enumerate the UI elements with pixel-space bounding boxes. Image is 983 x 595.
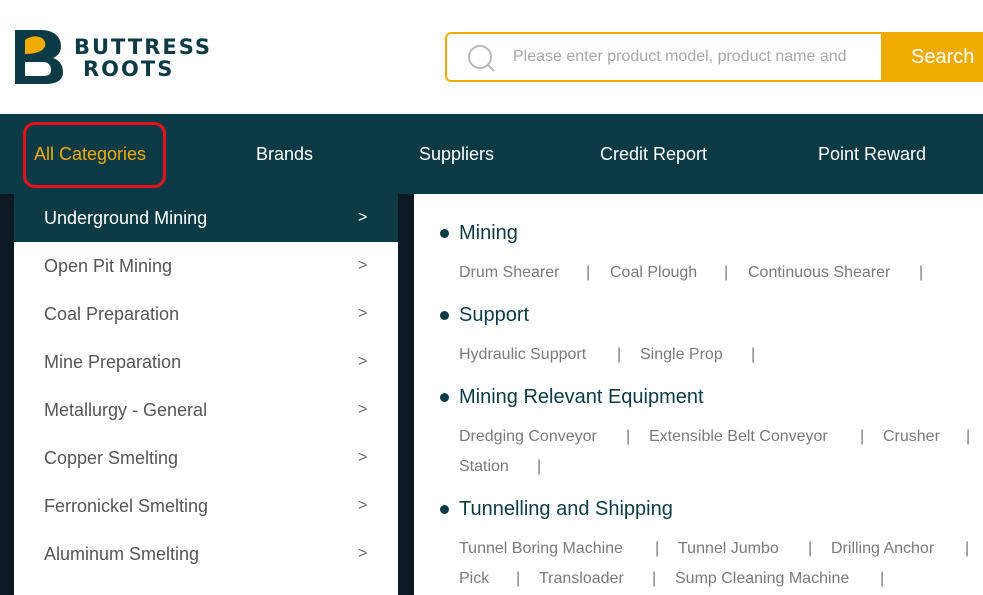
chevron-right-icon: > xyxy=(358,401,368,418)
group-title-tunnelling-and-shipping[interactable]: Tunnelling and Shipping xyxy=(459,498,673,521)
chevron-right-icon: > xyxy=(358,353,368,370)
nav-brands[interactable]: Brands xyxy=(256,114,313,194)
chevron-right-icon: > xyxy=(358,209,368,226)
category-coal-preparation[interactable]: Coal Preparation > xyxy=(14,290,398,338)
bullet-icon xyxy=(440,393,449,402)
category-label: Aluminum Smelting xyxy=(44,544,200,564)
category-label: Mine Preparation xyxy=(44,352,182,372)
link-separator: | xyxy=(537,458,542,475)
link-crusher[interactable]: Crusher xyxy=(883,428,940,446)
banner-background xyxy=(0,194,14,595)
search-icon xyxy=(468,45,495,72)
category-label: Ferronickel Smelting xyxy=(44,496,209,516)
category-underground-mining[interactable]: Underground Mining > xyxy=(14,194,398,242)
brand-logo[interactable]: BUTTRESS ROOTS xyxy=(13,28,243,88)
link-tunnel-jumbo[interactable]: Tunnel Jumbo xyxy=(678,540,779,558)
link-coal-plough[interactable]: Coal Plough xyxy=(610,264,697,282)
nav-point-reward[interactable]: Point Reward xyxy=(818,114,926,194)
link-separator: | xyxy=(966,428,971,445)
link-drilling-anchor[interactable]: Drilling Anchor xyxy=(831,540,934,558)
link-separator: | xyxy=(724,264,729,281)
link-continuous-shearer[interactable]: Continuous Shearer xyxy=(748,264,890,282)
category-label: Open Pit Mining xyxy=(44,256,173,276)
link-separator: | xyxy=(860,428,865,445)
link-single-prop[interactable]: Single Prop xyxy=(640,346,723,364)
bullet-icon xyxy=(440,311,449,320)
chevron-right-icon: > xyxy=(358,497,368,514)
category-ferronickel-smelting[interactable]: Ferronickel Smelting > xyxy=(14,482,398,530)
link-sump-cleaning-machine[interactable]: Sump Cleaning Machine xyxy=(675,570,849,588)
chevron-right-icon: > xyxy=(358,257,368,274)
search-button[interactable]: Search xyxy=(881,34,983,80)
group-title-mining[interactable]: Mining xyxy=(459,222,518,245)
brand-name-line2: ROOTS xyxy=(83,57,175,81)
search-input[interactable] xyxy=(513,34,879,80)
chevron-right-icon: > xyxy=(358,449,368,466)
category-label: Copper Smelting xyxy=(44,448,179,468)
link-separator: | xyxy=(808,540,813,557)
brand-name: BUTTRESS ROOTS xyxy=(74,36,212,80)
chevron-right-icon: > xyxy=(358,545,368,562)
subcategory-panel: Mining Drum Shearer | Coal Plough | Cont… xyxy=(414,194,983,595)
brand-name-line1: BUTTRESS xyxy=(74,35,213,59)
link-station[interactable]: Station xyxy=(459,458,509,476)
category-label: Underground Mining xyxy=(44,208,208,228)
bullet-icon xyxy=(440,229,449,238)
group-title-support[interactable]: Support xyxy=(459,304,529,327)
link-separator: | xyxy=(919,264,924,281)
nav-credit-report[interactable]: Credit Report xyxy=(600,114,707,194)
category-label: Coal Preparation xyxy=(44,304,180,324)
category-menu: Underground Mining > Open Pit Mining > C… xyxy=(14,194,398,595)
link-dredging-conveyor[interactable]: Dredging Conveyor xyxy=(459,428,597,446)
link-separator: | xyxy=(626,428,631,445)
link-separator: | xyxy=(617,346,622,363)
category-copper-smelting[interactable]: Copper Smelting > xyxy=(14,434,398,482)
category-open-pit-mining[interactable]: Open Pit Mining > xyxy=(14,242,398,290)
link-hydraulic-support[interactable]: Hydraulic Support xyxy=(459,346,586,364)
link-separator: | xyxy=(652,570,657,587)
link-separator: | xyxy=(880,570,885,587)
category-mine-preparation[interactable]: Mine Preparation > xyxy=(14,338,398,386)
banner-background-right xyxy=(398,194,414,595)
link-separator: | xyxy=(655,540,660,557)
link-separator: | xyxy=(516,570,521,587)
link-separator: | xyxy=(965,540,970,557)
link-drum-shearer[interactable]: Drum Shearer xyxy=(459,264,559,282)
header: BUTTRESS ROOTS Search xyxy=(0,0,983,114)
link-separator: | xyxy=(751,346,756,363)
link-pick[interactable]: Pick xyxy=(459,570,489,588)
category-label: Metallurgy - General xyxy=(44,400,208,420)
search-bar: Search xyxy=(445,32,983,82)
nav-suppliers[interactable]: Suppliers xyxy=(419,114,494,194)
link-tunnel-boring-machine[interactable]: Tunnel Boring Machine xyxy=(459,540,623,558)
category-metallurgy-general[interactable]: Metallurgy - General > xyxy=(14,386,398,434)
bullet-icon xyxy=(440,505,449,514)
highlight-annotation xyxy=(23,122,166,188)
link-separator: | xyxy=(586,264,591,281)
link-transloader[interactable]: Transloader xyxy=(539,570,624,588)
logo-mark-icon xyxy=(15,30,63,84)
group-title-mining-relevant-equipment[interactable]: Mining Relevant Equipment xyxy=(459,386,704,409)
chevron-right-icon: > xyxy=(358,305,368,322)
category-aluminum-smelting[interactable]: Aluminum Smelting > xyxy=(14,530,398,578)
link-extensible-belt-conveyor[interactable]: Extensible Belt Conveyor xyxy=(649,428,828,446)
